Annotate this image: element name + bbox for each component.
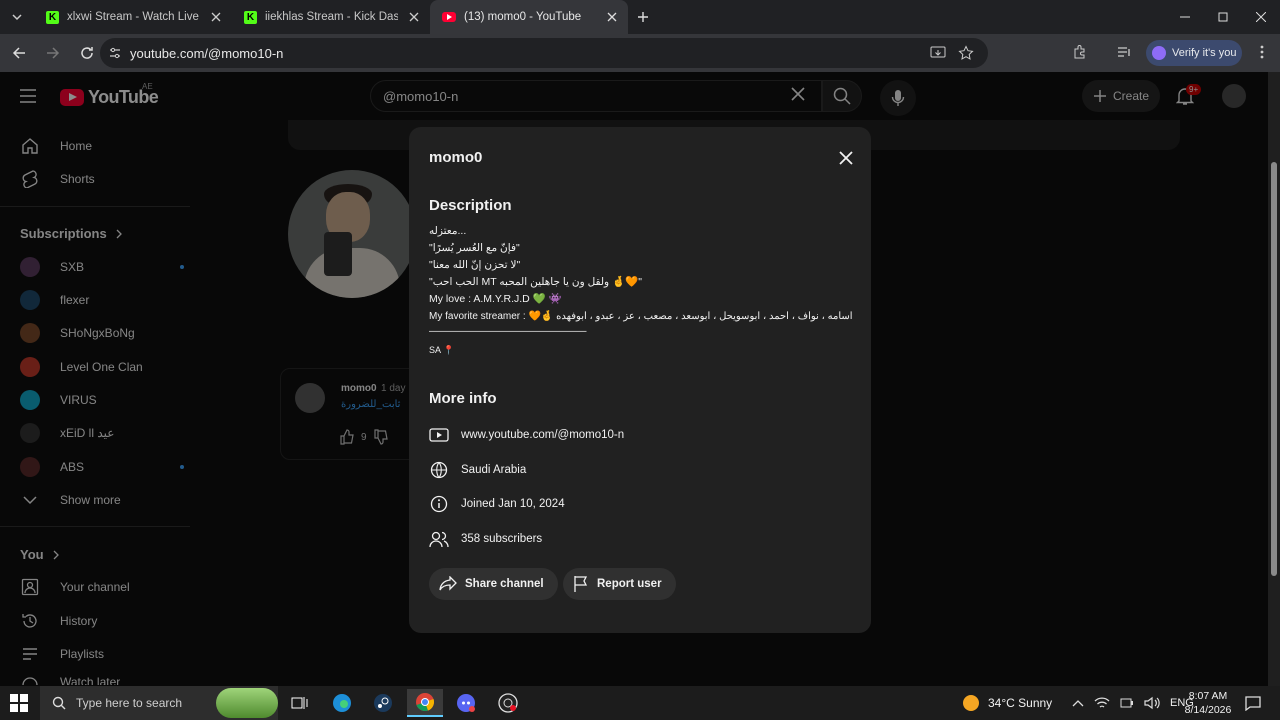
description-line: "فإنّ مع العُسر يُسرًا" — [429, 242, 520, 254]
globe-icon — [429, 460, 449, 480]
task-view-icon[interactable] — [282, 689, 318, 717]
close-window-button[interactable] — [1242, 0, 1280, 34]
flag-icon — [574, 576, 588, 592]
description-line: My love : A.M.Y.R.J.D 💚 👾 — [429, 293, 562, 305]
globe-link-icon — [429, 425, 449, 445]
site-info-icon — [110, 47, 120, 59]
channel-url: www.youtube.com/@momo10-n — [461, 429, 625, 441]
plus-icon — [638, 12, 648, 22]
info-row-link[interactable]: www.youtube.com/@momo10-n — [429, 424, 624, 446]
search-highlight-image — [216, 688, 278, 718]
browser-tab-bar: K xlxwi Stream - Watch Live on Ki K iiek… — [0, 0, 1280, 34]
sun-icon — [963, 695, 979, 711]
country-text: Saudi Arabia — [461, 464, 527, 476]
battery-icon[interactable] — [1120, 697, 1134, 709]
subscribers-text: 358 subscribers — [461, 533, 543, 545]
info-row-subscribers: 358 subscribers — [429, 528, 542, 550]
share-icon — [439, 576, 457, 591]
forward-arrow-icon — [47, 47, 60, 59]
info-icon — [429, 494, 449, 514]
forward-button[interactable] — [38, 38, 68, 68]
tab-search-button[interactable] — [0, 0, 34, 34]
reload-icon — [81, 47, 93, 59]
browser-tab-active[interactable]: (13) momo0 - YouTube — [430, 0, 628, 34]
bookmark-star-icon[interactable] — [958, 45, 974, 61]
volume-icon[interactable] — [1144, 696, 1160, 710]
verify-identity-button[interactable]: Verify it's you — [1146, 40, 1242, 66]
more-info-header: More info — [429, 390, 497, 407]
wifi-icon[interactable] — [1094, 696, 1110, 710]
dialog-title: momo0 — [429, 149, 483, 166]
address-bar[interactable]: youtube.com/@momo10-n — [100, 38, 988, 68]
back-button[interactable] — [4, 38, 34, 68]
kick-icon: K — [244, 10, 257, 24]
description-line: "لا تحزن إنّ الله معنا" — [429, 259, 521, 271]
media-controls-icon[interactable] — [1110, 38, 1138, 66]
tab-title: iiekhlas Stream - Kick Dashboa — [265, 11, 398, 23]
subscribers-icon — [429, 529, 449, 549]
info-row-country: Saudi Arabia — [429, 459, 526, 481]
description-line: معتزله... — [429, 225, 467, 237]
profile-avatar-icon — [1152, 46, 1166, 60]
description-line: SA 📍 — [429, 345, 455, 355]
chrome-icon[interactable] — [407, 689, 443, 717]
new-tab-button[interactable] — [628, 2, 658, 32]
close-tab-icon[interactable] — [604, 9, 620, 25]
windows-taskbar: Type here to search 34°C Sunny ENG 8:07 … — [0, 686, 1280, 720]
clock-date: 8/14/2026 — [1184, 704, 1232, 716]
windows-start-icon[interactable] — [10, 694, 28, 712]
close-tab-icon[interactable] — [406, 9, 422, 25]
description-line: "الحب احب MT ولقل ون يا جاهلين المحبه 🤞🧡… — [429, 276, 642, 288]
system-tray: ENG — [1072, 686, 1194, 720]
taskbar-clock[interactable]: 8:07 AM 8/14/2026 — [1180, 689, 1236, 717]
close-tab-icon[interactable] — [208, 9, 224, 25]
back-arrow-icon — [12, 47, 25, 59]
clock-time: 8:07 AM — [1188, 690, 1228, 702]
taskbar-search-box[interactable]: Type here to search — [40, 686, 278, 720]
share-label: Share channel — [465, 578, 544, 590]
minimize-button[interactable] — [1166, 0, 1204, 34]
share-channel-button[interactable]: Share channel — [429, 568, 558, 600]
tab-title: xlxwi Stream - Watch Live on Ki — [67, 11, 200, 23]
url-text: youtube.com/@momo10-n — [130, 45, 284, 61]
maximize-button[interactable] — [1204, 0, 1242, 34]
browser-tab-1[interactable]: K xlxwi Stream - Watch Live on Ki — [34, 0, 232, 34]
steam-icon[interactable] — [365, 689, 401, 717]
report-user-button[interactable]: Report user — [563, 568, 676, 600]
notification-center-icon[interactable] — [1244, 686, 1262, 720]
window-controls — [1166, 0, 1280, 34]
report-label: Report user — [597, 578, 662, 590]
tab-title: (13) momo0 - YouTube — [464, 11, 582, 23]
recording-app-icon[interactable] — [490, 689, 526, 717]
browser-menu-icon[interactable] — [1248, 38, 1276, 66]
close-dialog-icon[interactable] — [837, 149, 855, 167]
browser-toolbar: youtube.com/@momo10-n Verify it's you — [0, 34, 1280, 72]
chevron-down-icon — [12, 14, 22, 21]
edge-icon[interactable] — [324, 689, 360, 717]
info-row-joined: Joined Jan 10, 2024 — [429, 493, 565, 515]
description-line: ——————————————— — [429, 325, 587, 337]
weather-text: 34°C Sunny — [988, 696, 1053, 710]
search-icon — [52, 696, 66, 710]
install-app-icon[interactable] — [930, 45, 946, 61]
taskbar-search-placeholder: Type here to search — [76, 696, 183, 710]
weather-widget[interactable]: 34°C Sunny — [962, 686, 1052, 720]
reload-button[interactable] — [72, 38, 102, 68]
chevron-up-icon[interactable] — [1072, 699, 1084, 707]
kick-icon: K — [46, 10, 59, 24]
page-scrollbar[interactable] — [1268, 72, 1280, 686]
joined-text: Joined Jan 10, 2024 — [461, 498, 565, 510]
discord-icon[interactable] — [448, 689, 484, 717]
youtube-icon — [442, 12, 456, 22]
extensions-icon[interactable] — [1066, 38, 1094, 66]
browser-tab-2[interactable]: K iiekhlas Stream - Kick Dashboa — [232, 0, 430, 34]
scrollbar-thumb[interactable] — [1271, 162, 1277, 576]
channel-about-dialog: momo0 Description معتزله... "فإنّ مع الع… — [409, 127, 871, 633]
description-header: Description — [429, 197, 512, 214]
verify-label: Verify it's you — [1172, 47, 1237, 59]
